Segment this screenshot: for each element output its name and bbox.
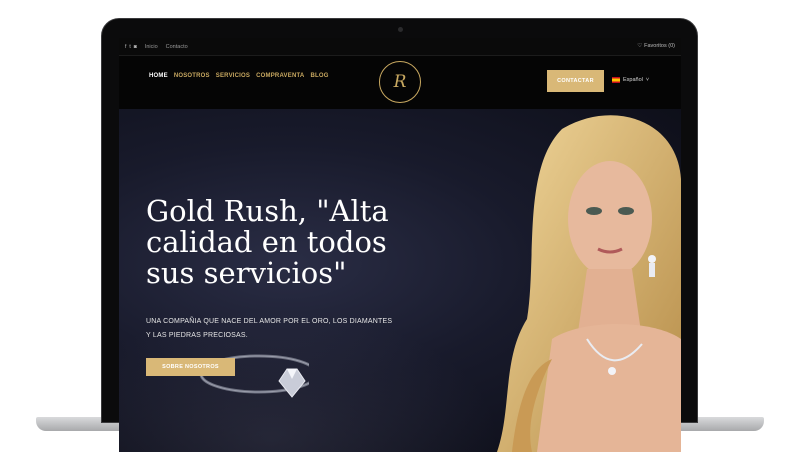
- social-icons: f t ◙: [125, 44, 137, 50]
- camera-icon: [398, 27, 403, 32]
- contact-button[interactable]: CONTACTAR: [547, 70, 604, 92]
- nav-item-home[interactable]: HOME: [149, 73, 168, 79]
- topbar-link-contacto[interactable]: Contacto: [166, 44, 188, 50]
- nav-links: HOME NOSOTROS SERVICIOS COMPRAVENTA BLOG: [149, 73, 329, 79]
- topbar-link-inicio[interactable]: Inicio: [145, 44, 158, 50]
- top-bar: f t ◙ Inicio Contacto ♡ Favoritos (0): [119, 38, 681, 56]
- language-label: Español: [623, 77, 643, 83]
- laptop-screen: f t ◙ Inicio Contacto ♡ Favoritos (0) HO…: [119, 38, 681, 452]
- about-us-button[interactable]: SOBRE NOSOTROS: [146, 358, 235, 376]
- nav-item-servicios[interactable]: SERVICIOS: [216, 73, 250, 79]
- nav-item-nosotros[interactable]: NOSOTROS: [174, 73, 210, 79]
- heart-icon: ♡: [637, 43, 643, 49]
- brand-logo[interactable]: R: [379, 61, 421, 103]
- hero-subtitle: UNA COMPAÑIA QUE NACE DEL AMOR POR EL OR…: [146, 318, 393, 339]
- facebook-icon[interactable]: f: [125, 44, 126, 50]
- nav-item-compraventa[interactable]: COMPRAVENTA: [256, 73, 304, 79]
- diamond-ring-image: [199, 354, 309, 398]
- favorites-label: Favoritos (0): [644, 43, 675, 49]
- main-navbar: HOME NOSOTROS SERVICIOS COMPRAVENTA BLOG…: [119, 56, 681, 109]
- nav-item-blog[interactable]: BLOG: [310, 73, 328, 79]
- chevron-down-icon: ˅: [645, 77, 650, 83]
- hero-title: Gold Rush, "Alta calidad en todos sus se…: [146, 194, 389, 290]
- hero-section: Gold Rush, "Alta calidad en todos sus se…: [119, 109, 681, 452]
- language-selector[interactable]: Español ˅: [612, 77, 649, 83]
- model-portrait-image: [497, 115, 681, 452]
- spain-flag-icon: [612, 77, 620, 83]
- twitter-icon[interactable]: t: [129, 44, 130, 50]
- instagram-icon[interactable]: ◙: [134, 44, 137, 50]
- logo-monogram: R: [393, 72, 407, 92]
- favorites-link[interactable]: ♡ Favoritos (0): [637, 43, 675, 49]
